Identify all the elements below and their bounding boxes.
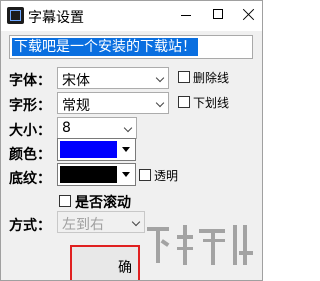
font-select-value: 宋体: [62, 73, 90, 89]
chevron-down-icon: [124, 125, 132, 133]
transparent-checkbox[interactable]: [139, 169, 151, 181]
scroll-checkbox[interactable]: [59, 195, 71, 207]
strikethrough-checkbox[interactable]: [178, 71, 190, 83]
font-select[interactable]: 宋体: [57, 67, 169, 89]
background-color-picker[interactable]: [57, 163, 136, 186]
underline-checkbox[interactable]: [178, 96, 190, 108]
close-button[interactable]: [237, 4, 261, 26]
background-label: 底纹：: [9, 171, 51, 187]
chevron-down-icon: [156, 75, 164, 83]
chevron-down-icon: [132, 219, 140, 227]
maximize-button[interactable]: [207, 4, 231, 26]
style-select[interactable]: 常规: [57, 92, 169, 114]
preview-text-field[interactable]: 下载吧是一个安装的下载站！: [9, 35, 253, 59]
app-icon: [7, 7, 24, 24]
size-select-value: 8: [62, 120, 71, 136]
title-bar: 字幕设置: [1, 1, 262, 31]
dropdown-arrow-icon: [119, 140, 134, 159]
transparent-label: 透明: [154, 169, 179, 183]
font-label: 字体：: [9, 73, 51, 89]
subtitle-settings-window: 字幕设置 下载吧是一个安装的下载站！ 字体： 宋体 删除线 字形： 常规 下划线…: [0, 0, 263, 281]
window-title: 字幕设置: [28, 10, 84, 26]
text-color-swatch: [60, 141, 117, 158]
preview-selected-text: 下载吧是一个安装的下载站！: [12, 38, 198, 56]
direction-select[interactable]: 左到右: [57, 211, 145, 233]
ok-button-label: 确: [118, 260, 132, 276]
dropdown-arrow-icon: [119, 165, 134, 184]
direction-label: 方式：: [9, 218, 51, 234]
style-label: 字形：: [9, 98, 51, 114]
color-label: 颜色：: [9, 147, 51, 163]
chevron-down-icon: [156, 100, 164, 108]
scroll-label: 是否滚动: [75, 195, 131, 211]
direction-select-value: 左到右: [62, 217, 104, 233]
minimize-button[interactable]: [175, 4, 199, 26]
background-color-swatch: [60, 166, 117, 183]
strikethrough-label: 删除线: [193, 71, 230, 85]
size-label: 大小：: [9, 123, 51, 139]
text-color-picker[interactable]: [57, 138, 136, 161]
underline-label: 下划线: [193, 96, 230, 110]
style-select-value: 常规: [62, 98, 90, 114]
watermark-logo: [147, 225, 253, 265]
size-select[interactable]: 8: [57, 117, 137, 139]
ok-button[interactable]: 确: [70, 245, 140, 280]
